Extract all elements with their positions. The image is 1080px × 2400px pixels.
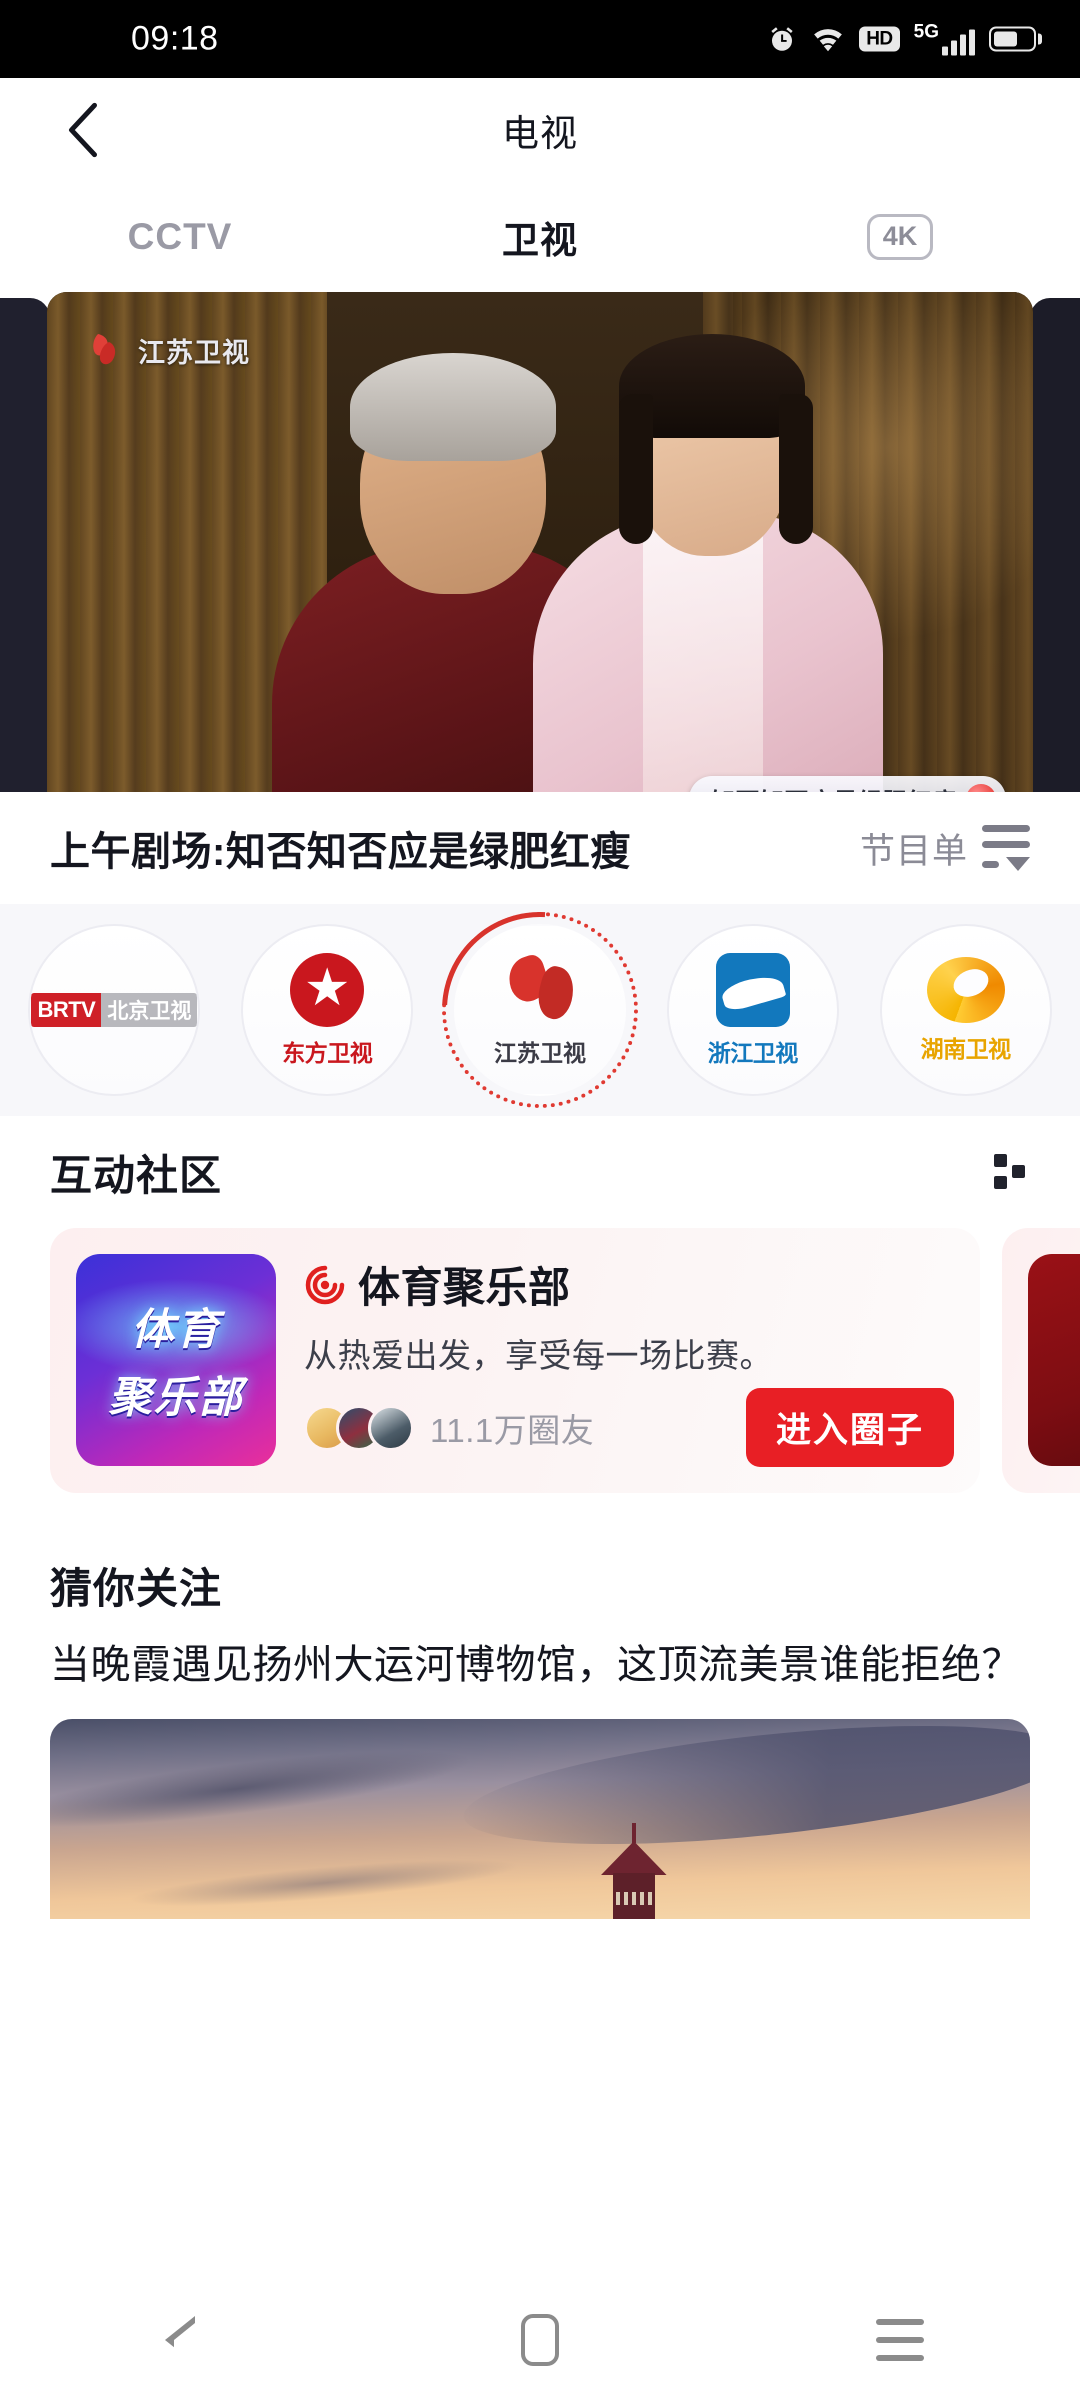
brtv-logo-text: BRTV bbox=[31, 993, 102, 1027]
system-navigation-bar bbox=[0, 2280, 1080, 2400]
community-card-list[interactable]: 体育 聚乐部 体育聚乐部 从热爱出发，享受每一场比赛。 11.1万圈友 进入圈子 bbox=[0, 1228, 1080, 1498]
player-carousel[interactable]: 江苏卫视 知否知否应是绿肥红瘦 bbox=[0, 292, 1080, 792]
nav-home-icon bbox=[521, 2314, 559, 2366]
guess-section-title: 猜你关注 bbox=[50, 1565, 223, 1612]
live-dot-icon bbox=[966, 784, 996, 792]
program-badge-label: 知否知否应是绿肥红瘦 bbox=[711, 782, 956, 793]
member-avatars bbox=[304, 1404, 414, 1451]
channel-item-hunan[interactable]: 湖南卫视 bbox=[859, 924, 1072, 1096]
pagoda-silhouette bbox=[599, 1823, 669, 1920]
5g-signal-icon: 5G bbox=[914, 23, 975, 56]
back-button[interactable] bbox=[55, 102, 111, 158]
tab-satellite[interactable]: 卫视 bbox=[360, 210, 720, 264]
thumbnail-line-2: 聚乐部 bbox=[108, 1374, 244, 1422]
status-bar-icons: HD 5G bbox=[767, 23, 1042, 56]
program-list-label: 节目单 bbox=[859, 831, 968, 871]
enter-circle-button[interactable]: 进入圈子 bbox=[745, 1388, 954, 1467]
nav-home-button[interactable] bbox=[360, 2314, 720, 2366]
status-bar: 09:18 HD 5G bbox=[0, 0, 1080, 78]
carousel-peek-left[interactable] bbox=[0, 298, 50, 792]
tab-4k-badge: 4K bbox=[866, 214, 934, 260]
jiangsu-tv-logo-icon bbox=[93, 334, 116, 365]
program-info-row: 上午剧场:知否知否应是绿肥红瘦 节目单 bbox=[0, 792, 1080, 904]
signal-bars-icon bbox=[942, 29, 975, 56]
member-count: 11.1万圈友 bbox=[430, 1411, 595, 1449]
article-headline[interactable]: 当晚霞遇见扬州大运河博物馆，这顶流美景谁能拒绝？ bbox=[0, 1616, 1080, 1693]
actor-young bbox=[523, 334, 883, 792]
nav-recents-icon bbox=[876, 2319, 924, 2361]
network-type-label: 5G bbox=[913, 21, 939, 43]
community-thumbnail: 体育 聚乐部 bbox=[76, 1254, 276, 1466]
channel-selector-strip[interactable]: BRTV 北京卫视 ★ 东方卫视 江苏卫视 浙江卫视 湖南卫视 bbox=[0, 871, 1080, 1149]
channel-item-zhejiang[interactable]: 浙江卫视 bbox=[646, 924, 859, 1096]
channel-item-jiangsu[interactable]: 江苏卫视 bbox=[401, 871, 679, 1149]
status-bar-clock: 09:18 bbox=[131, 19, 219, 58]
channel-label: 东方卫视 bbox=[282, 1039, 373, 1066]
community-card-next[interactable] bbox=[1002, 1228, 1080, 1493]
alarm-icon bbox=[767, 24, 797, 54]
channel-category-tabs: CCTV 卫视 4K bbox=[0, 182, 1080, 292]
guess-section-header: 猜你关注 bbox=[0, 1498, 1080, 1616]
target-icon bbox=[305, 1265, 345, 1304]
more-dots-icon[interactable] bbox=[994, 1154, 1030, 1190]
program-list-button[interactable]: 节目单 bbox=[860, 823, 1030, 874]
brtv-logo-sub: 北京卫视 bbox=[101, 993, 198, 1027]
channel-item-beijing[interactable]: BRTV 北京卫视 bbox=[8, 924, 221, 1096]
community-section-header: 互动社区 bbox=[0, 1116, 1080, 1228]
page-title: 电视 bbox=[502, 113, 578, 154]
video-player[interactable]: 江苏卫视 知否知否应是绿肥红瘦 bbox=[47, 292, 1033, 792]
brtv-logo-icon: BRTV 北京卫视 bbox=[31, 993, 198, 1027]
watermark-label: 江苏卫视 bbox=[138, 337, 250, 368]
community-card-title: 体育聚乐部 bbox=[358, 1264, 571, 1311]
article-image[interactable] bbox=[50, 1719, 1030, 1920]
zhejiang-tv-logo-icon bbox=[715, 952, 790, 1027]
channel-label: 湖南卫视 bbox=[920, 1035, 1012, 1062]
program-title-badge[interactable]: 知否知否应是绿肥红瘦 bbox=[689, 776, 1006, 792]
carousel-peek-right[interactable] bbox=[1030, 298, 1080, 792]
tab-4k[interactable]: 4K bbox=[720, 214, 1080, 260]
avatar bbox=[368, 1404, 414, 1451]
wifi-icon bbox=[811, 24, 845, 54]
hunan-tv-logo-icon bbox=[926, 956, 1005, 1023]
dragon-tv-logo-icon: ★ bbox=[290, 952, 365, 1027]
nav-back-button[interactable] bbox=[0, 2316, 360, 2374]
app-bar: 电视 bbox=[0, 78, 1080, 182]
community-card[interactable]: 体育 聚乐部 体育聚乐部 从热爱出发，享受每一场比赛。 11.1万圈友 进入圈子 bbox=[50, 1228, 980, 1493]
battery-icon bbox=[989, 26, 1042, 52]
current-program-title: 上午剧场:知否知否应是绿肥红瘦 bbox=[50, 830, 631, 874]
nav-recents-button[interactable] bbox=[720, 2319, 1080, 2361]
tab-cctv[interactable]: CCTV bbox=[0, 216, 360, 258]
community-section-title: 互动社区 bbox=[50, 1151, 223, 1199]
community-card-subtitle: 从热爱出发，享受每一场比赛。 bbox=[304, 1337, 773, 1374]
channel-watermark: 江苏卫视 bbox=[85, 330, 250, 370]
thumbnail-line-1: 体育 bbox=[131, 1306, 221, 1354]
chevron-left-icon bbox=[69, 102, 97, 158]
nav-back-icon bbox=[165, 2316, 195, 2374]
channel-item-dragon[interactable]: ★ 东方卫视 bbox=[221, 924, 434, 1096]
hd-icon: HD bbox=[859, 26, 900, 52]
community-thumbnail bbox=[1028, 1254, 1080, 1466]
program-list-icon bbox=[982, 825, 1030, 871]
jiangsu-tv-logo-icon bbox=[503, 951, 579, 1027]
channel-label: 浙江卫视 bbox=[707, 1039, 799, 1066]
